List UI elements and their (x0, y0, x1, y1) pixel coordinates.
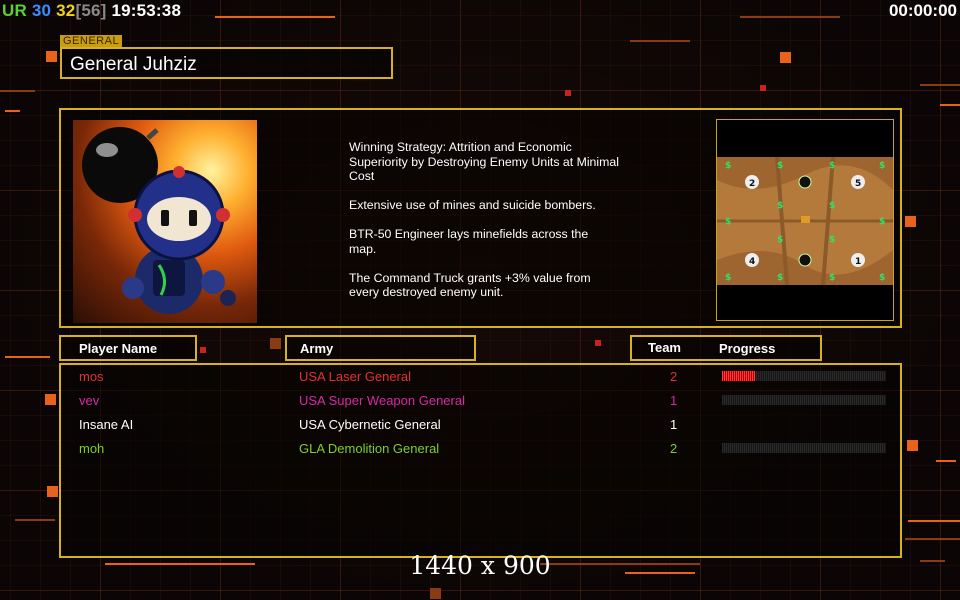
player-name: mos (79, 369, 104, 384)
svg-text:$: $ (725, 217, 731, 227)
ur-label: UR (2, 1, 27, 20)
resolution-label: 1440 x 900 (409, 551, 551, 580)
count-b: 32 (56, 1, 76, 20)
strategy-text: Winning Strategy: Attrition and Economic… (349, 140, 639, 314)
svg-text:$: $ (777, 273, 783, 283)
count-a: 30 (31, 1, 52, 20)
clock: 19:53:38 (111, 1, 182, 20)
progress-fill (722, 371, 755, 381)
player-army: USA Cybernetic General (299, 417, 441, 432)
general-name-box: General Juhziz (60, 47, 393, 79)
svg-text:$: $ (829, 161, 835, 171)
header-player-name[interactable]: Player Name (59, 335, 197, 361)
svg-text:$: $ (777, 201, 783, 211)
header-label: Progress (719, 341, 776, 356)
progress-bar (722, 371, 886, 381)
svg-text:$: $ (725, 161, 731, 171)
start-position-label: 5 (855, 179, 861, 189)
minimap-icon: $ $ $ $ $ $ $ $ $ $ $ $ $ $ 2 5 4 1 (716, 119, 894, 321)
player-army: USA Super Weapon General (299, 393, 465, 408)
count-bracket: [56] (75, 1, 107, 20)
progress-bar (722, 395, 886, 405)
general-name: General Juhziz (70, 54, 197, 75)
svg-text:$: $ (879, 273, 885, 283)
start-position-label: 4 (749, 257, 755, 267)
bomberman-portrait-icon (73, 120, 257, 323)
start-position-label: 1 (855, 257, 861, 267)
svg-text:$: $ (829, 235, 835, 245)
header-label: Player Name (79, 341, 158, 356)
strategy-paragraph: BTR-50 Engineer lays minefields across t… (349, 227, 589, 256)
header-team-progress[interactable]: Team Progress (630, 335, 822, 361)
players-panel: mos USA Laser General 2 vev USA Super Weapon… (59, 363, 902, 558)
strategy-paragraph: Extensive use of mines and suicide bombe… (349, 198, 596, 212)
status-readout: UR 30 32[56] 19:53:38 (2, 1, 181, 21)
svg-text:$: $ (829, 201, 835, 211)
header-label: Army (300, 341, 334, 356)
player-row: Insane AI USA Cybernetic General 1 (61, 414, 900, 438)
player-team: 1 (670, 417, 678, 432)
start-position-label: 2 (749, 179, 755, 189)
player-name: Insane AI (79, 417, 134, 432)
player-name: vev (79, 393, 100, 408)
player-team: 2 (670, 441, 678, 456)
game-timer: 00:00:00 (888, 1, 957, 20)
player-team: 2 (670, 369, 678, 384)
player-army: GLA Demolition General (299, 441, 440, 456)
header-army[interactable]: Army (285, 335, 476, 361)
player-army: USA Laser General (299, 369, 412, 384)
general-info-panel: Winning Strategy: Attrition and Economic… (59, 108, 902, 328)
svg-text:$: $ (829, 273, 835, 283)
progress-bar (722, 443, 886, 453)
svg-text:$: $ (725, 273, 731, 283)
player-row: mos USA Laser General 2 (61, 366, 900, 390)
svg-text:$: $ (879, 161, 885, 171)
svg-text:$: $ (879, 217, 885, 227)
svg-text:$: $ (777, 235, 783, 245)
player-row: vev USA Super Weapon General 1 (61, 390, 900, 414)
strategy-paragraph: The Command Truck grants +3% value from … (349, 270, 591, 300)
general-tag: GENERAL (60, 35, 123, 47)
header-label: Team (648, 340, 681, 355)
strategy-paragraph: Winning Strategy: Attrition and Economic… (349, 140, 619, 183)
player-name: moh (79, 441, 105, 456)
player-row: moh GLA Demolition General 2 (61, 438, 900, 462)
player-team: 1 (670, 393, 678, 408)
svg-text:$: $ (777, 161, 783, 171)
